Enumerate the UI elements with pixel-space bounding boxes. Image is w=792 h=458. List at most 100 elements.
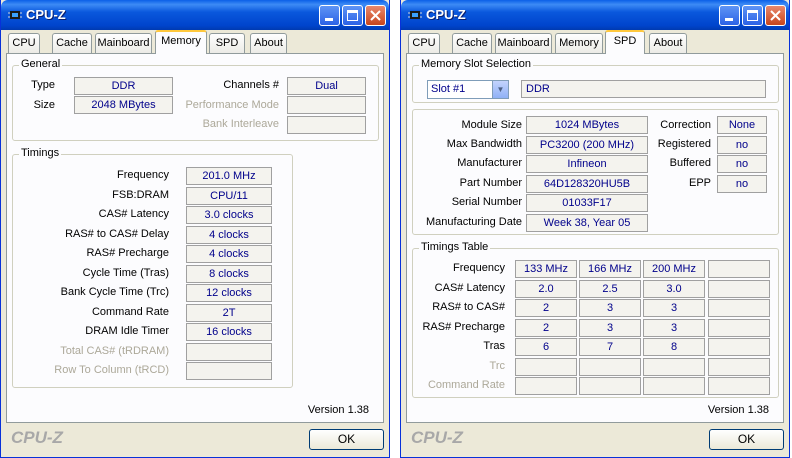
timing-value: 16 clocks: [186, 323, 272, 341]
ok-button[interactable]: OK: [309, 429, 384, 450]
correction-value: None: [717, 116, 767, 134]
close-button[interactable]: [365, 5, 386, 26]
timing-table-cell: 3: [579, 318, 641, 337]
slot-select[interactable]: Slot #1 ▼: [427, 80, 509, 99]
timing-label: Bank Cycle Time (Trc): [60, 286, 169, 298]
timing-table-cell: [515, 377, 577, 395]
channels-label: Channels #: [223, 79, 279, 91]
tab-cpu[interactable]: CPU: [408, 33, 440, 53]
module-size-value: 1024 MBytes: [526, 116, 648, 134]
type-value: DDR: [74, 77, 173, 95]
tab-mainboard[interactable]: Mainboard: [495, 33, 552, 53]
timings-group: Timings Frequency 201.0 MHz FSB:DRAM CPU/11…: [12, 147, 293, 388]
tab-spd[interactable]: SPD: [605, 30, 645, 54]
bank-interleave-label: Bank Interleave: [202, 118, 279, 130]
timing-table-label: CAS# Latency: [434, 281, 505, 294]
version-label: Version 1.38: [707, 404, 769, 416]
minimize-button[interactable]: [719, 5, 740, 26]
tab-cache[interactable]: Cache: [452, 33, 492, 53]
timing-label: Total CAS# (tRDRAM): [60, 344, 169, 357]
timing-table-cell: [708, 299, 770, 317]
close-button[interactable]: [765, 5, 786, 26]
timing-table-cell: [708, 338, 770, 356]
timing-table-cell: 3: [643, 318, 705, 337]
timing-table-cell: [579, 357, 641, 376]
chip-icon: [8, 11, 22, 19]
correction-label: Correction: [660, 119, 711, 131]
manufacturing-date-value: Week 38, Year 05: [526, 214, 648, 232]
timing-table-cell: 7: [579, 338, 641, 356]
cpuz-window-memory: CPU-Z CPU Cache Mainboard Memory SPD Abo…: [0, 0, 390, 458]
manufacturer-value: Infineon: [526, 155, 648, 173]
max-bandwidth-value: PC3200 (200 MHz): [526, 136, 648, 154]
timing-table-cell: [708, 260, 770, 278]
chevron-down-icon[interactable]: ▼: [492, 81, 508, 98]
timing-table-label: Tras: [483, 340, 505, 352]
performance-mode-label: Performance Mode: [185, 99, 279, 111]
module-size-label: Module Size: [461, 119, 522, 131]
title-bar[interactable]: CPU-Z: [1, 0, 389, 30]
timing-table-label: RAS# to CAS#: [432, 301, 505, 313]
timing-table-cell: 8: [643, 338, 705, 356]
timing-table-cell: [708, 318, 770, 337]
timing-table-cell: [515, 357, 577, 376]
memory-slot-selection-group: Memory Slot Selection Slot #1 ▼ DDR: [412, 58, 779, 103]
timing-value: [186, 362, 272, 380]
timing-table-label: RAS# Precharge: [422, 320, 505, 333]
timing-table-cell: 3: [643, 299, 705, 317]
timing-label: Frequency: [117, 169, 169, 181]
ok-button[interactable]: OK: [709, 429, 784, 450]
timing-value: 4 clocks: [186, 225, 272, 244]
tab-cpu[interactable]: CPU: [8, 33, 40, 53]
manufacturing-date-label: Manufacturing Date: [426, 216, 522, 228]
timing-table-cell: 133 MHz: [515, 260, 577, 278]
tab-mainboard[interactable]: Mainboard: [95, 33, 152, 53]
type-label: Type: [31, 79, 55, 91]
maximize-button[interactable]: [342, 5, 363, 26]
size-value: 2048 MBytes: [74, 96, 173, 114]
window-title: CPU-Z: [426, 7, 466, 22]
tab-memory[interactable]: Memory: [155, 30, 207, 54]
timing-table-cell: [708, 357, 770, 376]
timing-table-cell: 2.5: [579, 279, 641, 298]
buffered-value: no: [717, 155, 767, 173]
timing-table-cell: 2.0: [515, 279, 577, 298]
performance-mode-value: [287, 96, 366, 114]
cpuz-logo: CPU-Z: [11, 428, 63, 447]
tab-about[interactable]: About: [250, 33, 287, 53]
serial-number-label: Serial Number: [451, 196, 522, 208]
timing-table-cell: 3: [579, 299, 641, 317]
tab-memory[interactable]: Memory: [555, 33, 603, 53]
timing-table-cell: 2: [515, 318, 577, 337]
timing-table-cell: [708, 279, 770, 298]
buffered-label: Buffered: [669, 157, 711, 169]
general-group: General Type DDR Size 2048 MBytes Channe…: [12, 58, 379, 141]
timing-value: 4 clocks: [186, 245, 272, 263]
timings-group-title: Timings: [19, 147, 62, 159]
cpuz-logo: CPU-Z: [411, 428, 463, 447]
manufacturer-label: Manufacturer: [457, 157, 522, 169]
window-title: CPU-Z: [26, 7, 66, 22]
title-bar[interactable]: CPU-Z: [401, 0, 789, 30]
registered-value: no: [717, 136, 767, 154]
timing-label: RAS# Precharge: [86, 247, 169, 259]
timing-label: Command Rate: [91, 305, 169, 318]
timing-value: 3.0 clocks: [186, 206, 272, 224]
timing-table-cell: 3.0: [643, 279, 705, 298]
tab-cache[interactable]: Cache: [52, 33, 92, 53]
minimize-button[interactable]: [319, 5, 340, 26]
channels-value: Dual: [287, 77, 366, 95]
close-icon: [370, 10, 381, 21]
timing-label: Cycle Time (Tras): [82, 266, 169, 279]
epp-value: no: [717, 175, 767, 193]
timing-label: CAS# Latency: [98, 208, 169, 220]
tab-about[interactable]: About: [649, 33, 687, 53]
tab-spd[interactable]: SPD: [209, 33, 245, 53]
timing-table-cell: [708, 377, 770, 395]
size-label: Size: [33, 99, 55, 111]
timing-table-cell: [643, 357, 705, 376]
timing-table-cell: [579, 377, 641, 395]
slot-type-value: DDR: [521, 80, 766, 98]
maximize-button[interactable]: [742, 5, 763, 26]
timing-table-cell: 6: [515, 338, 577, 356]
